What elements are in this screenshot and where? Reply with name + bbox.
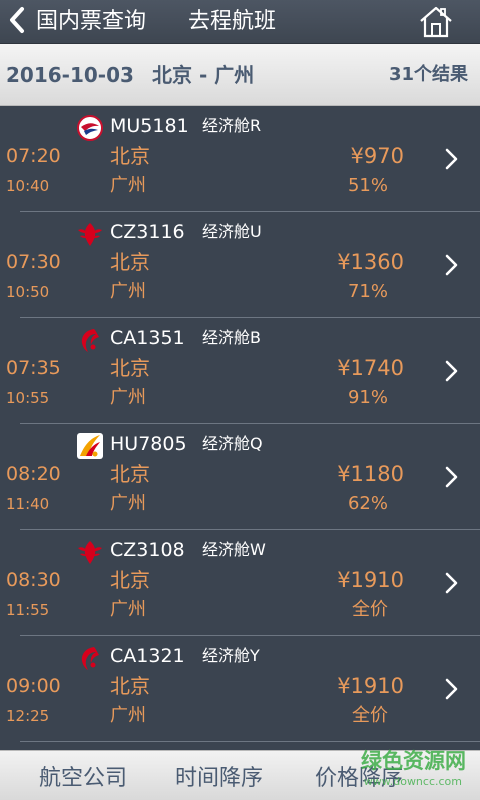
china-southern-logo (76, 538, 104, 566)
discount-rate: 全价 (352, 705, 388, 726)
arrival-time: 10:55 (6, 389, 50, 407)
flight-row[interactable]: CA1351 经济舱B 07:35 10:55 北京广州 ¥1740 91% (0, 318, 480, 424)
arrival-time: 10:40 (6, 177, 50, 195)
flight-list: MU5181 经济舱R 07:20 10:40 北京 广州 ¥970 51% CZ3116 经济舱… (0, 106, 480, 750)
departure-city: 北京 (110, 144, 150, 168)
discount-rate: 71% (347, 281, 388, 302)
back-button[interactable] (2, 3, 32, 41)
departure-time: 07:35 (6, 357, 61, 379)
ticket-price: ¥1740 (337, 356, 404, 380)
sort-airline-button[interactable]: 航空公司 (18, 763, 148, 795)
hainan-airlines-logo (76, 432, 104, 460)
arrival-city: 广州 (110, 705, 146, 726)
discount-rate: 全价 (352, 599, 388, 620)
chevron-right-icon[interactable] (440, 146, 462, 172)
departure-time: 09:00 (6, 675, 61, 697)
flight-row[interactable]: MU5181 经济舱R 07:20 10:40 北京广州 ¥970 51% (0, 106, 480, 212)
home-button[interactable] (418, 4, 454, 40)
departure-city: 北京 (110, 568, 150, 592)
flight-number: CA1351 (110, 327, 185, 349)
discount-rate: 91% (347, 387, 388, 408)
discount-rate: 62% (347, 493, 388, 514)
departure-city: 北京 (110, 674, 150, 698)
chevron-left-icon (8, 6, 26, 38)
arrival-time: 11:55 (6, 601, 50, 619)
china-southern-logo (76, 220, 104, 248)
air-china-logo (76, 326, 104, 354)
flight-number: CZ3108 (110, 539, 185, 561)
cabin-class: 经济舱R (202, 116, 262, 135)
ticket-price: ¥970 (350, 144, 404, 168)
flight-row[interactable]: CZ3116 经济舱U 07:30 10:50 北京广州 ¥1360 71% (0, 212, 480, 318)
home-icon (418, 6, 454, 44)
air-china-logo (76, 644, 104, 672)
flight-row[interactable]: CZ3108 经济舱W 08:30 11:55 北京广州 ¥1910 全价 (0, 530, 480, 636)
route-bar: 2016-10-03 北京 - 广州 31个结果 (0, 44, 480, 106)
china-eastern-logo (76, 114, 104, 142)
arrival-city: 广州 (110, 599, 146, 620)
arrival-time: 10:50 (6, 283, 50, 301)
discount-rate: 51% (347, 175, 388, 196)
cabin-class: 经济舱Y (202, 646, 260, 665)
departure-city: 北京 (110, 356, 150, 380)
row-divider (20, 741, 480, 742)
flight-number: CA1321 (110, 645, 185, 667)
departure-time: 08:30 (6, 569, 61, 591)
departure-city: 北京 (110, 462, 150, 486)
departure-time: 08:20 (6, 463, 61, 485)
back-label[interactable]: 国内票查询 (36, 7, 146, 37)
chevron-right-icon[interactable] (440, 676, 462, 702)
ticket-price: ¥1360 (337, 250, 404, 274)
result-count: 31个结果 (388, 64, 468, 85)
sort-time-button[interactable]: 时间降序 (154, 763, 284, 795)
page-title: 去程航班 (188, 9, 277, 34)
arrival-city: 广州 (110, 175, 146, 196)
cabin-class: 经济舱W (202, 540, 266, 559)
arrival-city: 广州 (110, 493, 146, 514)
flight-number: HU7805 (110, 433, 187, 455)
cabin-class: 经济舱B (202, 328, 261, 347)
ticket-price: ¥1910 (337, 568, 404, 592)
ticket-price: ¥1910 (337, 674, 404, 698)
arrival-city: 广州 (110, 281, 146, 302)
arrival-city: 广州 (110, 387, 146, 408)
cabin-class: 经济舱U (202, 222, 262, 241)
chevron-right-icon[interactable] (440, 358, 462, 384)
flight-row[interactable]: HU7805 经济舱Q 08:20 11:40 北京广州 ¥1180 62% (0, 424, 480, 530)
arrival-time: 12:25 (6, 707, 50, 725)
navbar: 国内票查询 去程航班 (0, 0, 480, 44)
departure-time: 07:30 (6, 251, 61, 273)
arrival-time: 11:40 (6, 495, 50, 513)
sort-bar: 航空公司 时间降序 价格降序 (0, 750, 480, 800)
departure-city: 北京 (110, 250, 150, 274)
chevron-right-icon[interactable] (440, 570, 462, 596)
flight-number: MU5181 (110, 115, 189, 137)
chevron-right-icon[interactable] (440, 252, 462, 278)
route-cities: 北京 - 广州 (152, 63, 255, 87)
cabin-class: 经济舱Q (202, 434, 263, 453)
chevron-right-icon[interactable] (440, 464, 462, 490)
sort-price-button[interactable]: 价格降序 (294, 763, 424, 795)
flight-number: CZ3116 (110, 221, 185, 243)
departure-time: 07:20 (6, 145, 61, 167)
flight-row[interactable]: CA1321 经济舱Y 09:00 12:25 北京广州 ¥1910 全价 (0, 636, 480, 742)
route-date: 2016-10-03 (6, 63, 134, 87)
ticket-price: ¥1180 (337, 462, 404, 486)
